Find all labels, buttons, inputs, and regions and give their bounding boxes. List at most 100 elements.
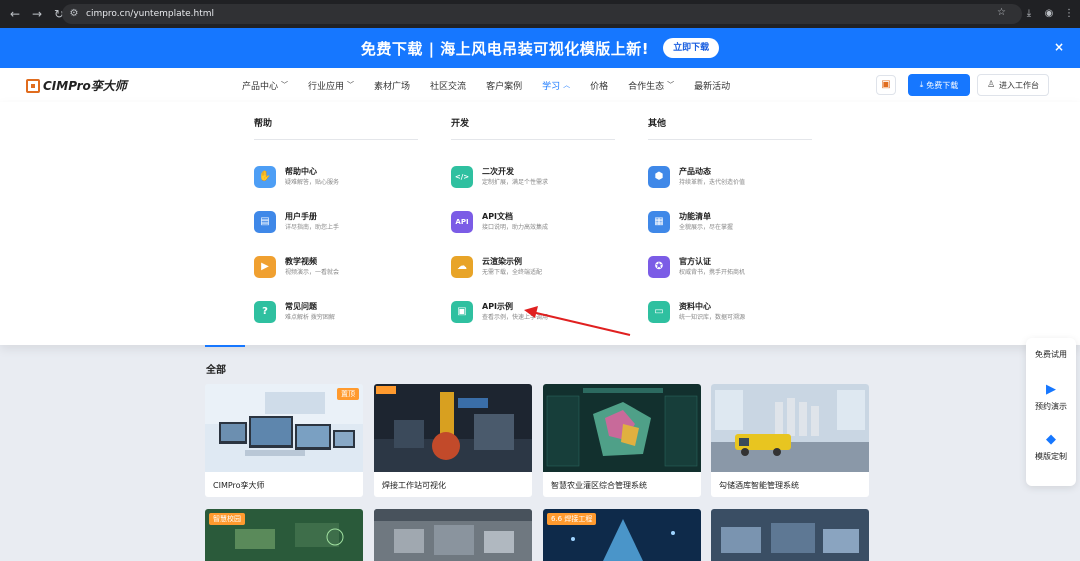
mega-menu-item[interactable]: </> 二次开发 定制扩展，满足个性需求 <box>451 154 615 199</box>
mega-menu-item[interactable]: ✋ 帮助中心 疑难解答，贴心服务 <box>254 154 418 199</box>
mega-menu-item[interactable]: ✪ 官方认证 权威背书，携手开拓商机 <box>648 244 812 289</box>
column-heading: 开发 <box>451 116 615 140</box>
nav-item-label: 学习 <box>542 81 561 92</box>
card-badge: 6.6 焊接工程 <box>547 513 597 525</box>
card-thumbnail <box>543 384 701 472</box>
item-title: 教学视频 <box>285 256 317 266</box>
template-card[interactable]: 智慧农业灌区综合管理系统 <box>543 384 701 497</box>
template-card[interactable]: 焊接工作站可视化 <box>374 384 532 497</box>
template-card[interactable]: 6.6 焊接工程 <box>543 509 701 561</box>
card-thumbnail <box>374 384 532 472</box>
nav-item-label: 客户案例 <box>486 81 523 92</box>
item-title: 功能清单 <box>679 211 711 221</box>
card-thumbnail <box>711 384 869 472</box>
mega-menu-item[interactable]: ▣ API示例 查看示例，快速上手调用 <box>451 289 615 334</box>
card-thumbnail <box>711 509 869 561</box>
site-header: CIMPro孪大师 产品中心 ﹀ 行业应用 ﹀ 素材广场 社区交流 客户案例 学习 ︿ 价格 合作生… <box>0 68 1080 102</box>
template-card[interactable] <box>374 509 532 561</box>
nav-item-label: 合作生态 <box>628 81 665 92</box>
item-title: 资料中心 <box>679 301 711 311</box>
book-icon: ▤ <box>254 210 276 233</box>
item-description: 视频演示，一看就会 <box>285 268 340 276</box>
item-description: 难点解析 拨穷困解 <box>285 313 335 321</box>
layers-icon-button[interactable]: ▣ <box>876 75 896 95</box>
profile-icon[interactable]: ◉ <box>1042 7 1056 21</box>
site-info-icon[interactable]: ⚙ <box>68 8 80 20</box>
nav-item-4[interactable]: 客户案例 <box>486 79 522 92</box>
item-text: 常见问题 难点解析 拨穷困解 <box>285 301 335 323</box>
template-card[interactable]: 智慧校园 <box>205 509 363 561</box>
mega-menu-item[interactable]: ▶ 教学视频视频演示，一看就会 <box>254 244 418 289</box>
item-description: 查看示例，快速上手调用 <box>482 313 549 321</box>
workspace-label: 进入工作台 <box>999 80 1040 90</box>
banner-download-button[interactable]: 立即下载 <box>663 38 720 58</box>
download-icon[interactable]: ⤓ <box>1022 7 1036 21</box>
mega-menu-item[interactable]: ? 常见问题 难点解析 拨穷困解 <box>254 289 418 334</box>
site-logo[interactable]: CIMPro孪大师 <box>26 77 127 94</box>
mega-menu-column: 帮助 ✋ 帮助中心 疑难解答，贴心服务 ▤ 用户手册 详尽指南，助您上手 ▶ 教学视频 视频演示，… <box>254 116 418 334</box>
nav-item-3[interactable]: 社区交流 <box>430 79 466 92</box>
item-description: 无需下载，全终端适配 <box>482 268 543 276</box>
pinned-badge: 置顶 <box>337 388 359 400</box>
section-title: 全部 <box>206 365 226 376</box>
free-trial-label: 免费试用 <box>1035 350 1067 359</box>
nav-item-label: 社区交流 <box>430 81 467 92</box>
item-description: 统一知识库，数据可溯源 <box>679 313 746 321</box>
template-card[interactable]: 置顶 CIMPro孪大师 <box>205 384 363 497</box>
nav-item-8[interactable]: 最新活动 <box>694 79 730 92</box>
item-text: 云渲染示例无需下载，全终端适配 <box>482 256 542 278</box>
banner-text: 免费下载 | 海上风电吊装可视化模版上新! <box>360 39 650 58</box>
nav-item-6[interactable]: 价格 <box>590 79 608 92</box>
mega-menu-item[interactable]: API API文档 接口说明，助力高效集成 <box>451 199 615 244</box>
nav-item-label: 素材广场 <box>374 81 411 92</box>
back-icon[interactable]: ← <box>8 7 22 21</box>
book-demo-label: 预约演示 <box>1035 402 1067 411</box>
free-download-button[interactable]: ⤓ 免费下载 <box>908 74 970 96</box>
mega-menu-item[interactable]: ☁ 云渲染示例无需下载，全终端适配 <box>451 244 615 289</box>
address-bar[interactable]: ⚙ cimpro.cn/yuntemplate.html ☆ <box>62 4 1022 24</box>
nav-item-5[interactable]: 学习 ︿ <box>542 79 570 92</box>
template-card[interactable]: 勾储酒库智能管理系统 <box>711 384 869 497</box>
card-thumbnail <box>374 509 532 561</box>
browser-toolbar: ← → ↻ ⚙ cimpro.cn/yuntemplate.html ☆ ⤓ ◉… <box>0 0 1080 28</box>
active-tab-underline <box>205 345 245 347</box>
free-trial-button[interactable]: 免费试用 <box>1026 346 1076 360</box>
item-description: 接口说明，助力高效集成 <box>482 223 549 231</box>
template-card[interactable] <box>711 509 869 561</box>
banner-close-icon[interactable]: × <box>1054 40 1064 54</box>
item-text: 官方认证 权威背书，携手开拓商机 <box>679 256 745 278</box>
forward-icon[interactable]: → <box>30 7 44 21</box>
video-folder-icon: ▶ <box>254 255 276 278</box>
mega-menu-column: 其他 ⬢ 产品动态 持续革新，迭代创造价值 ▦ 功能清单 全貌展示，尽在掌握 ✪ 官方认证 权威背… <box>648 116 812 334</box>
book-demo-button[interactable]: ▶ 预约演示 <box>1026 382 1076 412</box>
question-icon: ? <box>254 300 276 323</box>
mega-menu-item[interactable]: ▭ 资料中心 统一知识库，数据可溯源 <box>648 289 812 334</box>
nav-item-0[interactable]: 产品中心 ﹀ <box>242 79 288 92</box>
item-text: 功能清单 全貌展示，尽在掌握 <box>679 211 733 233</box>
item-text: 教学视频视频演示，一看就会 <box>285 256 339 278</box>
code-icon: </> <box>451 165 473 188</box>
item-description: 权威背书，携手开拓商机 <box>679 268 746 276</box>
diamond-icon: ◆ <box>1046 432 1056 447</box>
item-title: API示例 <box>482 301 514 311</box>
item-title: 云渲染示例 <box>482 256 522 266</box>
cloud-icon: ☁ <box>451 255 473 278</box>
template-customize-button[interactable]: ◆ 模版定制 <box>1026 432 1076 462</box>
workspace-button[interactable]: ♙ 进入工作台 <box>977 74 1049 96</box>
nav-item-7[interactable]: 合作生态 ﹀ <box>628 79 674 92</box>
promo-banner: 免费下载 | 海上风电吊装可视化模版上新! 立即下载 × <box>0 28 1080 68</box>
learn-mega-menu: 帮助 ✋ 帮助中心 疑难解答，贴心服务 ▤ 用户手册 详尽指南，助您上手 ▶ 教学视频 视频演示，… <box>0 102 1080 345</box>
floating-toolbar: 免费试用 ▶ 预约演示 ◆ 模版定制 <box>1026 338 1076 486</box>
mega-menu-item[interactable]: ▦ 功能清单 全貌展示，尽在掌握 <box>648 199 812 244</box>
mega-menu-item[interactable]: ▤ 用户手册详尽指南，助您上手 <box>254 199 418 244</box>
browser-menu-icon[interactable]: ⋮ <box>1062 7 1076 21</box>
bookmark-star-icon[interactable]: ☆ <box>997 7 1006 18</box>
item-description: 详尽指南，助您上手 <box>285 223 340 231</box>
nav-item-2[interactable]: 素材广场 <box>374 79 410 92</box>
item-text: API文档 接口说明，助力高效集成 <box>482 211 548 233</box>
certificate-icon: ✪ <box>648 255 670 278</box>
logo-text: CIMPro孪大师 <box>43 79 127 93</box>
item-title: 用户手册 <box>285 211 317 221</box>
mega-menu-item[interactable]: ⬢ 产品动态 持续革新，迭代创造价值 <box>648 154 812 199</box>
nav-item-1[interactable]: 行业应用 ﹀ <box>308 79 354 92</box>
